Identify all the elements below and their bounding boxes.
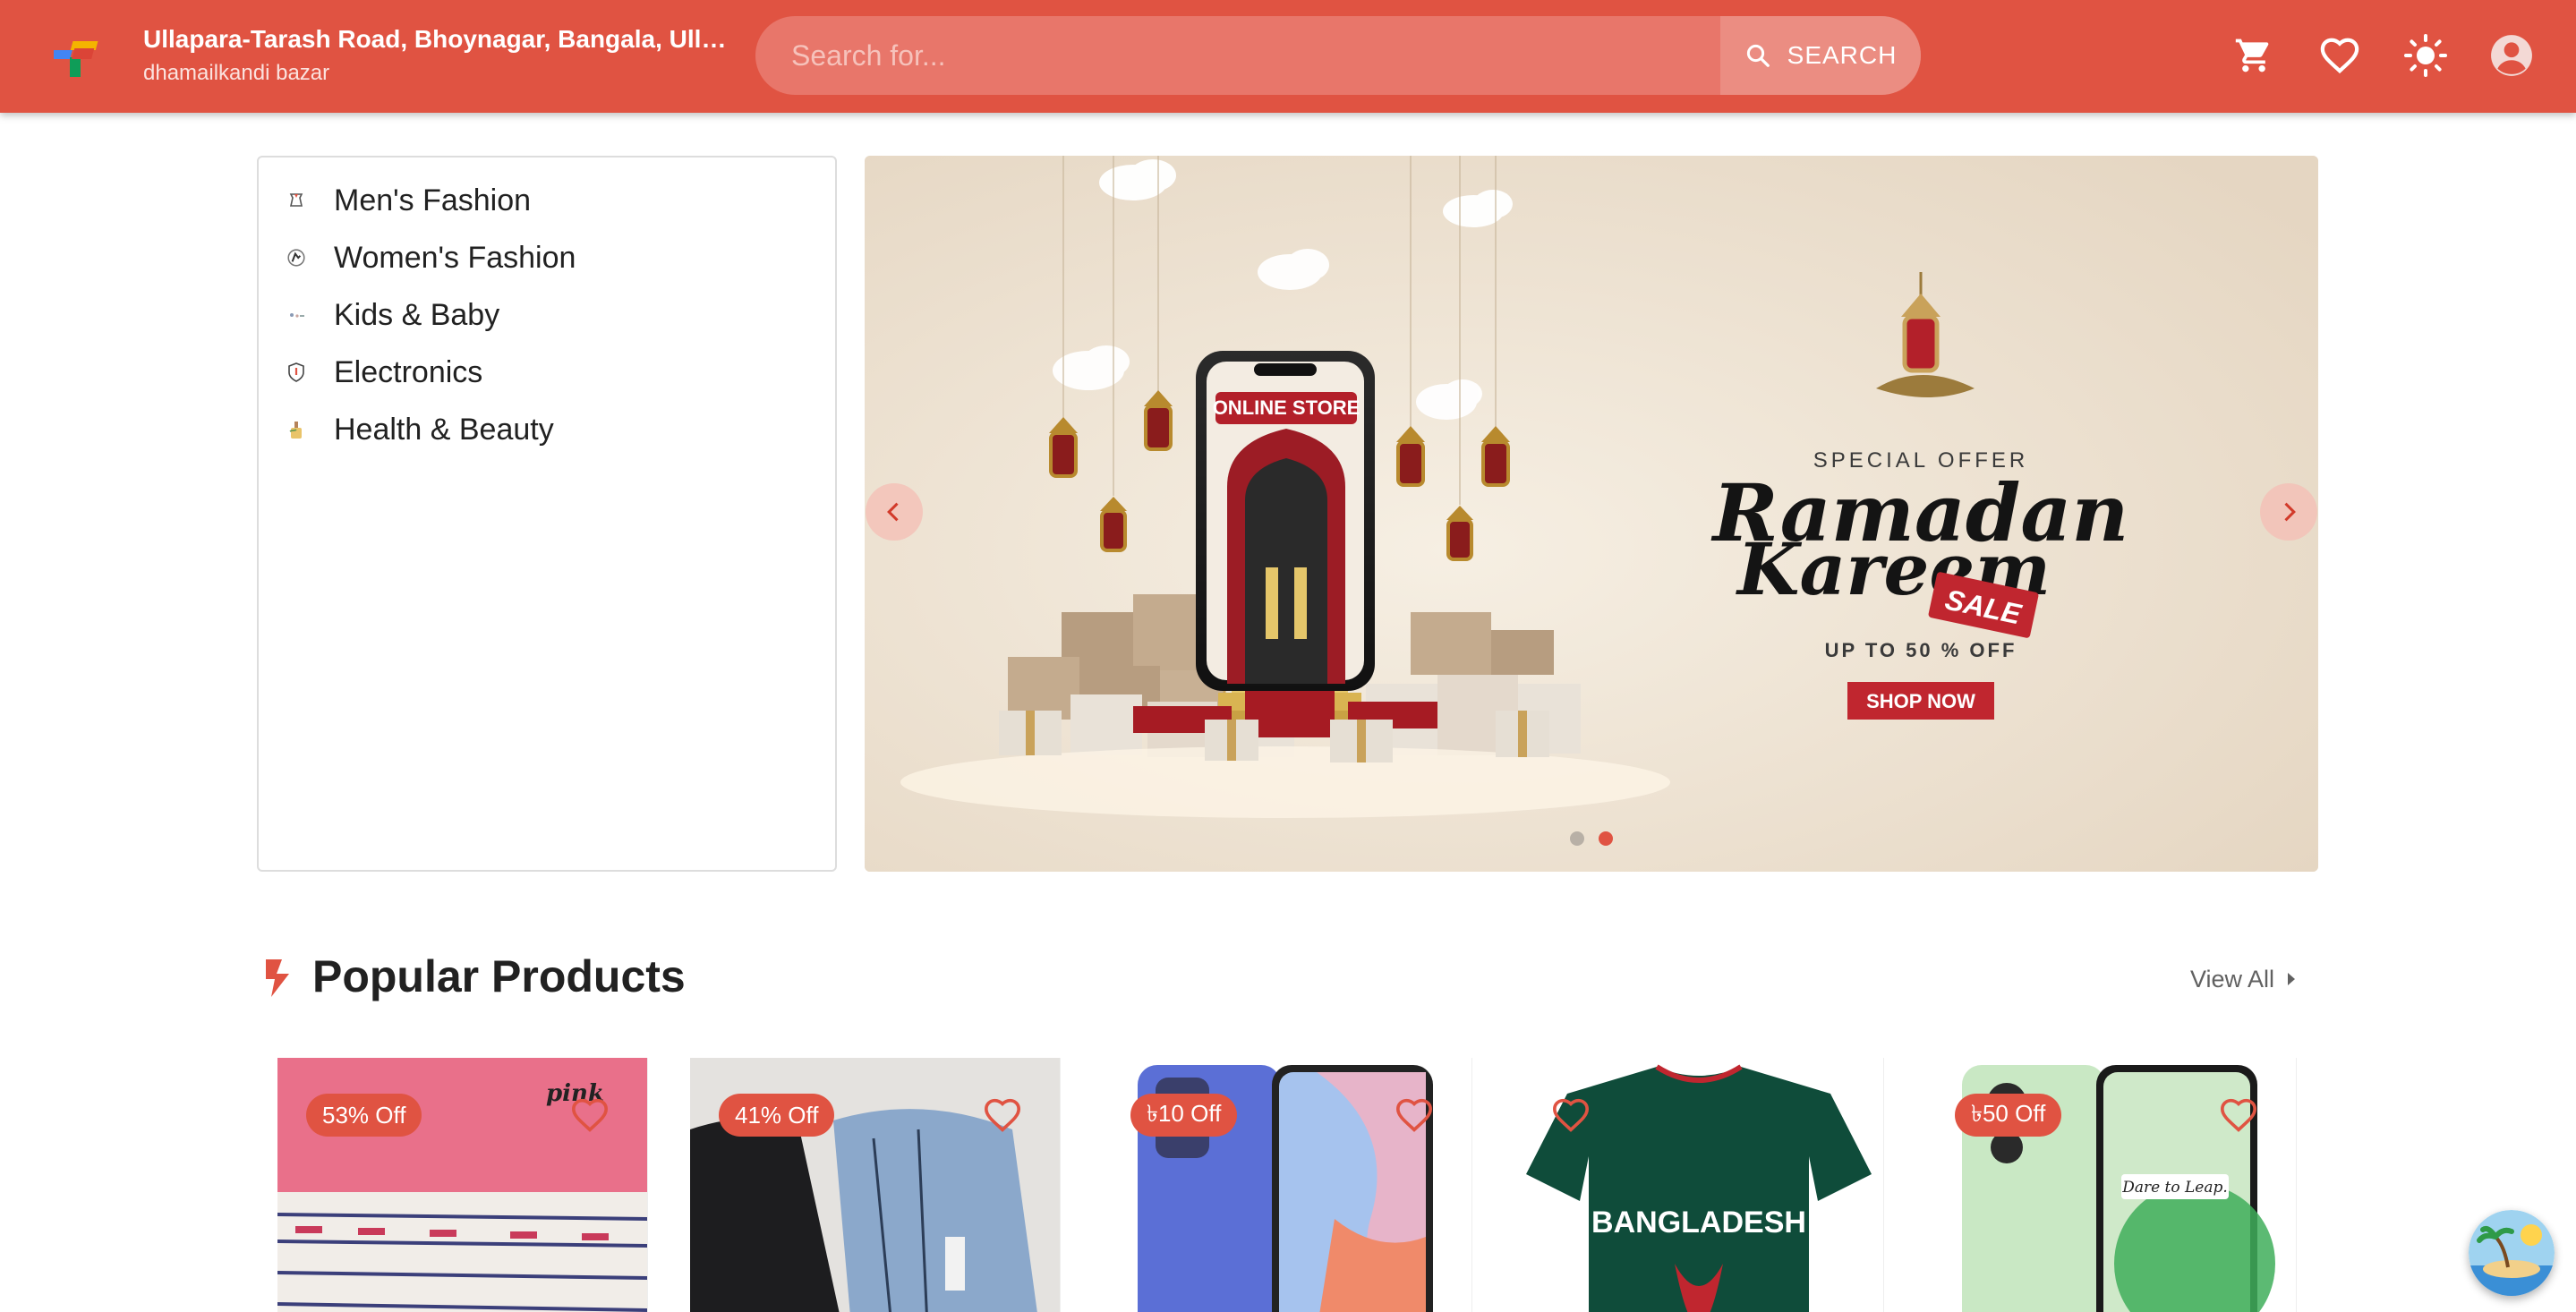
chat-assistant-button[interactable] <box>2469 1210 2555 1296</box>
theme-toggle[interactable] <box>2399 29 2452 82</box>
wishlist-button[interactable] <box>2313 29 2367 82</box>
chevron-left-icon <box>887 502 899 522</box>
cart-button[interactable] <box>2227 29 2281 82</box>
discount-badge: ৳10 Off <box>1130 1094 1238 1137</box>
heart-icon[interactable] <box>570 1097 610 1133</box>
banner-discount: UP TO 50 % OFF <box>1825 639 2017 661</box>
view-all-link[interactable]: View All <box>2190 963 2298 995</box>
caret-right-icon <box>2288 973 2296 985</box>
category-label: Kids & Baby <box>334 297 500 332</box>
banner-shop-now-label: SHOP NOW <box>1866 690 1975 712</box>
view-all-label: View All <box>2190 965 2275 993</box>
cart-icon <box>2235 38 2269 72</box>
category-menu: Men's Fashion Women's Fashion Kids & Bab… <box>257 156 837 872</box>
mens-fashion-icon <box>286 190 307 211</box>
health-beauty-icon <box>286 419 307 440</box>
heart-icon[interactable] <box>1551 1097 1591 1133</box>
product-image: BANGLADESH <box>1514 1058 1883 1312</box>
heart-icon <box>2320 38 2359 74</box>
discount-badge: 41% Off <box>719 1094 835 1137</box>
banner-screen-label: ONLINE STORE <box>1213 396 1361 419</box>
ramadan-sale-banner-image: ONLINE STORE SPECIAL OFFER Ramadan Karee… <box>865 156 2318 872</box>
heart-icon[interactable] <box>983 1097 1022 1133</box>
category-health-beauty[interactable]: Health & Beauty <box>286 406 554 453</box>
category-mens-fashion[interactable]: Men's Fashion <box>286 177 531 224</box>
island-icon <box>2469 1210 2555 1296</box>
product-card[interactable]: ৳10 Off <box>1102 1058 1472 1312</box>
search-bar: SEARCH <box>755 16 1921 95</box>
category-kids-baby[interactable]: Kids & Baby <box>286 292 499 338</box>
search-button-label: SEARCH <box>1787 41 1898 69</box>
product-card[interactable]: Dare to Leap. ৳50 Off <box>1926 1058 2297 1312</box>
category-label: Men's Fashion <box>334 183 532 217</box>
flash-icon <box>266 959 289 997</box>
sun-icon <box>2404 34 2447 77</box>
category-label: Health & Beauty <box>334 412 554 447</box>
search-button[interactable]: SEARCH <box>1720 16 1921 95</box>
carousel-dot-2[interactable] <box>1599 831 1613 846</box>
category-label: Women's Fashion <box>334 240 576 275</box>
carousel-dot-1[interactable] <box>1570 831 1584 846</box>
account-icon <box>2491 35 2532 76</box>
product-card[interactable]: pink 53% Off <box>277 1058 648 1312</box>
jersey-text: BANGLADESH <box>1591 1206 1806 1240</box>
app-logo[interactable] <box>54 39 107 79</box>
womens-fashion-icon <box>286 247 307 268</box>
heart-icon[interactable] <box>2219 1097 2258 1133</box>
banner-shop-now-button[interactable]: SHOP NOW <box>1847 682 1994 720</box>
product-card[interactable]: 41% Off <box>690 1058 1061 1312</box>
electronics-icon <box>286 362 307 383</box>
delivery-area[interactable]: dhamailkandi bazar <box>143 61 329 86</box>
discount-badge: 53% Off <box>306 1094 422 1137</box>
carousel-next-button[interactable] <box>2260 483 2317 541</box>
search-icon <box>1746 44 1770 67</box>
section-title: Popular Products <box>312 951 686 1001</box>
carousel-prev-button[interactable] <box>866 483 923 541</box>
account-button[interactable] <box>2485 29 2538 82</box>
kids-baby-icon <box>286 304 307 326</box>
top-app-bar: Ullapara-Tarash Road, Bhoynagar, Bangala… <box>0 0 2576 113</box>
delivery-address[interactable]: Ullapara-Tarash Road, Bhoynagar, Bangala… <box>143 25 734 54</box>
chevron-right-icon <box>2284 502 2296 522</box>
promo-carousel[interactable]: ONLINE STORE SPECIAL OFFER Ramadan Karee… <box>865 156 2318 872</box>
discount-badge: ৳50 Off <box>1955 1094 2062 1137</box>
heart-icon[interactable] <box>1395 1097 1434 1133</box>
category-label: Electronics <box>334 354 483 389</box>
search-input[interactable] <box>755 16 1720 95</box>
category-womens-fashion[interactable]: Women's Fashion <box>286 234 576 281</box>
product-card[interactable]: BANGLADESH <box>1514 1058 1884 1312</box>
category-electronics[interactable]: Electronics <box>286 349 482 396</box>
product-tagline: Dare to Leap. <box>2121 1179 2228 1197</box>
